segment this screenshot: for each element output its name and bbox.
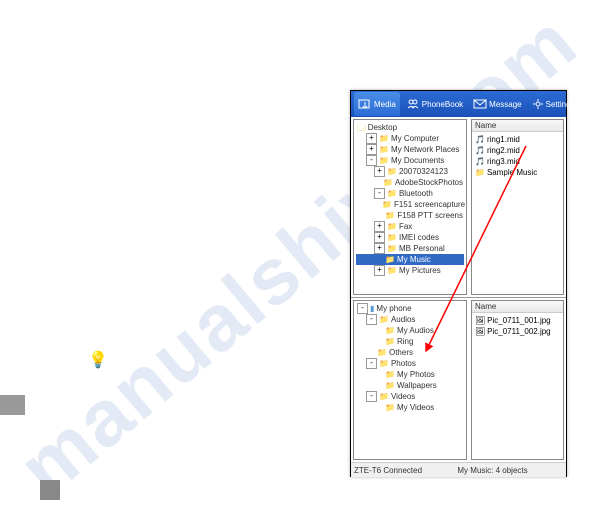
file-item[interactable]: 🎵ring1.mid <box>474 134 561 145</box>
decoration-block-2 <box>40 480 60 500</box>
phone-icon: ▮ <box>370 303 374 314</box>
folder-icon: 📁 <box>387 232 397 243</box>
tree-root-phone[interactable]: -▮My phone <box>356 303 464 314</box>
folder-icon: 📁 <box>379 133 389 144</box>
expand-icon[interactable]: + <box>366 144 377 155</box>
folder-icon: 📁 <box>379 358 389 369</box>
folder-icon: 📁 <box>382 199 392 210</box>
file-icon: 🎵 <box>475 134 485 145</box>
file-icon: 📁 <box>475 167 485 178</box>
tab-settings[interactable]: Settings <box>528 92 579 116</box>
expand-icon[interactable]: + <box>374 221 385 232</box>
folder-icon: 📁 <box>379 155 389 166</box>
file-item[interactable]: 🖼Pic_0711_001.jpg <box>474 315 561 326</box>
folder-icon: 📁 <box>387 166 397 177</box>
expand-icon[interactable]: + <box>374 166 385 177</box>
tree-item[interactable]: 📁My Photos <box>356 369 464 380</box>
tree-item[interactable]: +📁IMEI codes <box>356 232 464 243</box>
folder-icon: 📁 <box>379 314 389 325</box>
tree-item[interactable]: -📁Videos <box>356 391 464 402</box>
tree-item[interactable]: -📁Audios <box>356 314 464 325</box>
tree-item[interactable]: +📁MB Personal <box>356 243 464 254</box>
folder-icon: 📁 <box>387 188 397 199</box>
tree-item[interactable]: 📁Wallpapers <box>356 380 464 391</box>
status-bar: ZTE-T6 Connected My Music: 4 objects <box>351 462 566 477</box>
tab-label: Media <box>374 100 396 109</box>
expand-icon[interactable]: - <box>366 358 377 369</box>
status-count: My Music: 4 objects <box>457 466 527 475</box>
folder-icon: 📁 <box>385 380 395 391</box>
tree-item[interactable]: -📁My Documents <box>356 155 464 166</box>
decoration-block <box>0 395 25 415</box>
folder-icon: 📁 <box>385 325 395 336</box>
tree-item[interactable]: 📁My Videos <box>356 402 464 413</box>
file-icon: 🖼 <box>475 315 485 326</box>
folder-icon: 📁 <box>377 347 387 358</box>
file-icon: 🎵 <box>475 156 485 167</box>
tree-item[interactable]: +📁20070324123 <box>356 166 464 177</box>
tab-message[interactable]: Message <box>469 92 525 116</box>
app-window: Media PhoneBook Message Settings Calenda… <box>350 90 567 477</box>
list-header-name[interactable]: Name <box>472 120 563 132</box>
tab-calendar[interactable]: Calendar <box>581 92 595 116</box>
expand-icon[interactable]: - <box>357 303 368 314</box>
tree-item[interactable]: -📁Bluetooth <box>356 188 464 199</box>
tree-item[interactable]: +📁My Computer <box>356 133 464 144</box>
file-item[interactable]: 🎵ring2.mid <box>474 145 561 156</box>
tree-item[interactable]: 📁AdobeStockPhotos <box>356 177 464 188</box>
folder-icon: 📁 <box>387 265 397 276</box>
tree-item[interactable]: 📁F151 screencapture <box>356 199 464 210</box>
lightbulb-icon: 💡 <box>88 350 108 370</box>
folder-icon: 📁 <box>387 221 397 232</box>
folder-icon: 📁 <box>383 177 393 188</box>
tree-item[interactable]: 📁Others <box>356 347 464 358</box>
folder-icon: 📁 <box>379 391 389 402</box>
expand-icon[interactable]: - <box>366 391 377 402</box>
file-item[interactable]: 🖼Pic_0711_002.jpg <box>474 326 561 337</box>
tree-item[interactable]: +📁Fax <box>356 221 464 232</box>
tree-item[interactable]: 📁My Audios <box>356 325 464 336</box>
expand-icon[interactable]: - <box>366 314 377 325</box>
tab-label: PhoneBook <box>422 100 463 109</box>
file-item[interactable]: 🎵ring3.mid <box>474 156 561 167</box>
tab-label: Settings <box>546 100 575 109</box>
folder-icon: 📁 <box>385 254 395 265</box>
phone-tree-pane[interactable]: -▮My phone -📁Audios📁My Audios📁Ring📁Other… <box>353 300 467 460</box>
list-header-name[interactable]: Name <box>472 301 563 313</box>
tree-item[interactable]: +📁My Network Places <box>356 144 464 155</box>
file-icon: 🖼 <box>475 326 485 337</box>
folder-icon: 📁 <box>387 243 397 254</box>
expand-icon[interactable]: + <box>374 232 385 243</box>
pc-tree-pane[interactable]: 🗔Desktop +📁My Computer+📁My Network Place… <box>353 119 467 295</box>
expand-icon[interactable]: - <box>374 188 385 199</box>
folder-icon: 📁 <box>379 144 389 155</box>
folder-icon: 📁 <box>385 369 395 380</box>
tree-item[interactable]: 📁Ring <box>356 336 464 347</box>
tree-item[interactable]: -📁Photos <box>356 358 464 369</box>
expand-icon[interactable]: - <box>366 155 377 166</box>
expand-icon[interactable]: + <box>374 243 385 254</box>
tree-item[interactable]: 📁F158 PTT screens <box>356 210 464 221</box>
status-connection: ZTE-T6 Connected <box>354 466 422 475</box>
tree-item[interactable]: +📁My Pictures <box>356 265 464 276</box>
tab-label: Message <box>489 100 521 109</box>
desktop-icon: 🗔 <box>357 122 366 133</box>
file-icon: 🎵 <box>475 145 485 156</box>
pc-file-list[interactable]: Name 🎵ring1.mid🎵ring2.mid🎵ring3.mid📁Samp… <box>471 119 564 295</box>
expand-icon[interactable]: + <box>374 265 385 276</box>
folder-icon: 📁 <box>385 336 395 347</box>
tree-root[interactable]: 🗔Desktop <box>356 122 464 133</box>
folder-icon: 📁 <box>385 402 395 413</box>
tab-media[interactable]: Media <box>354 92 400 116</box>
folder-icon: 📁 <box>385 210 395 221</box>
tab-phonebook[interactable]: PhoneBook <box>402 92 467 116</box>
expand-icon[interactable]: + <box>366 133 377 144</box>
phone-file-list[interactable]: Name 🖼Pic_0711_001.jpg🖼Pic_0711_002.jpg <box>471 300 564 460</box>
tree-item[interactable]: 📁My Music <box>356 254 464 265</box>
file-item[interactable]: 📁Sample Music <box>474 167 561 178</box>
main-toolbar: Media PhoneBook Message Settings Calenda… <box>351 91 566 117</box>
